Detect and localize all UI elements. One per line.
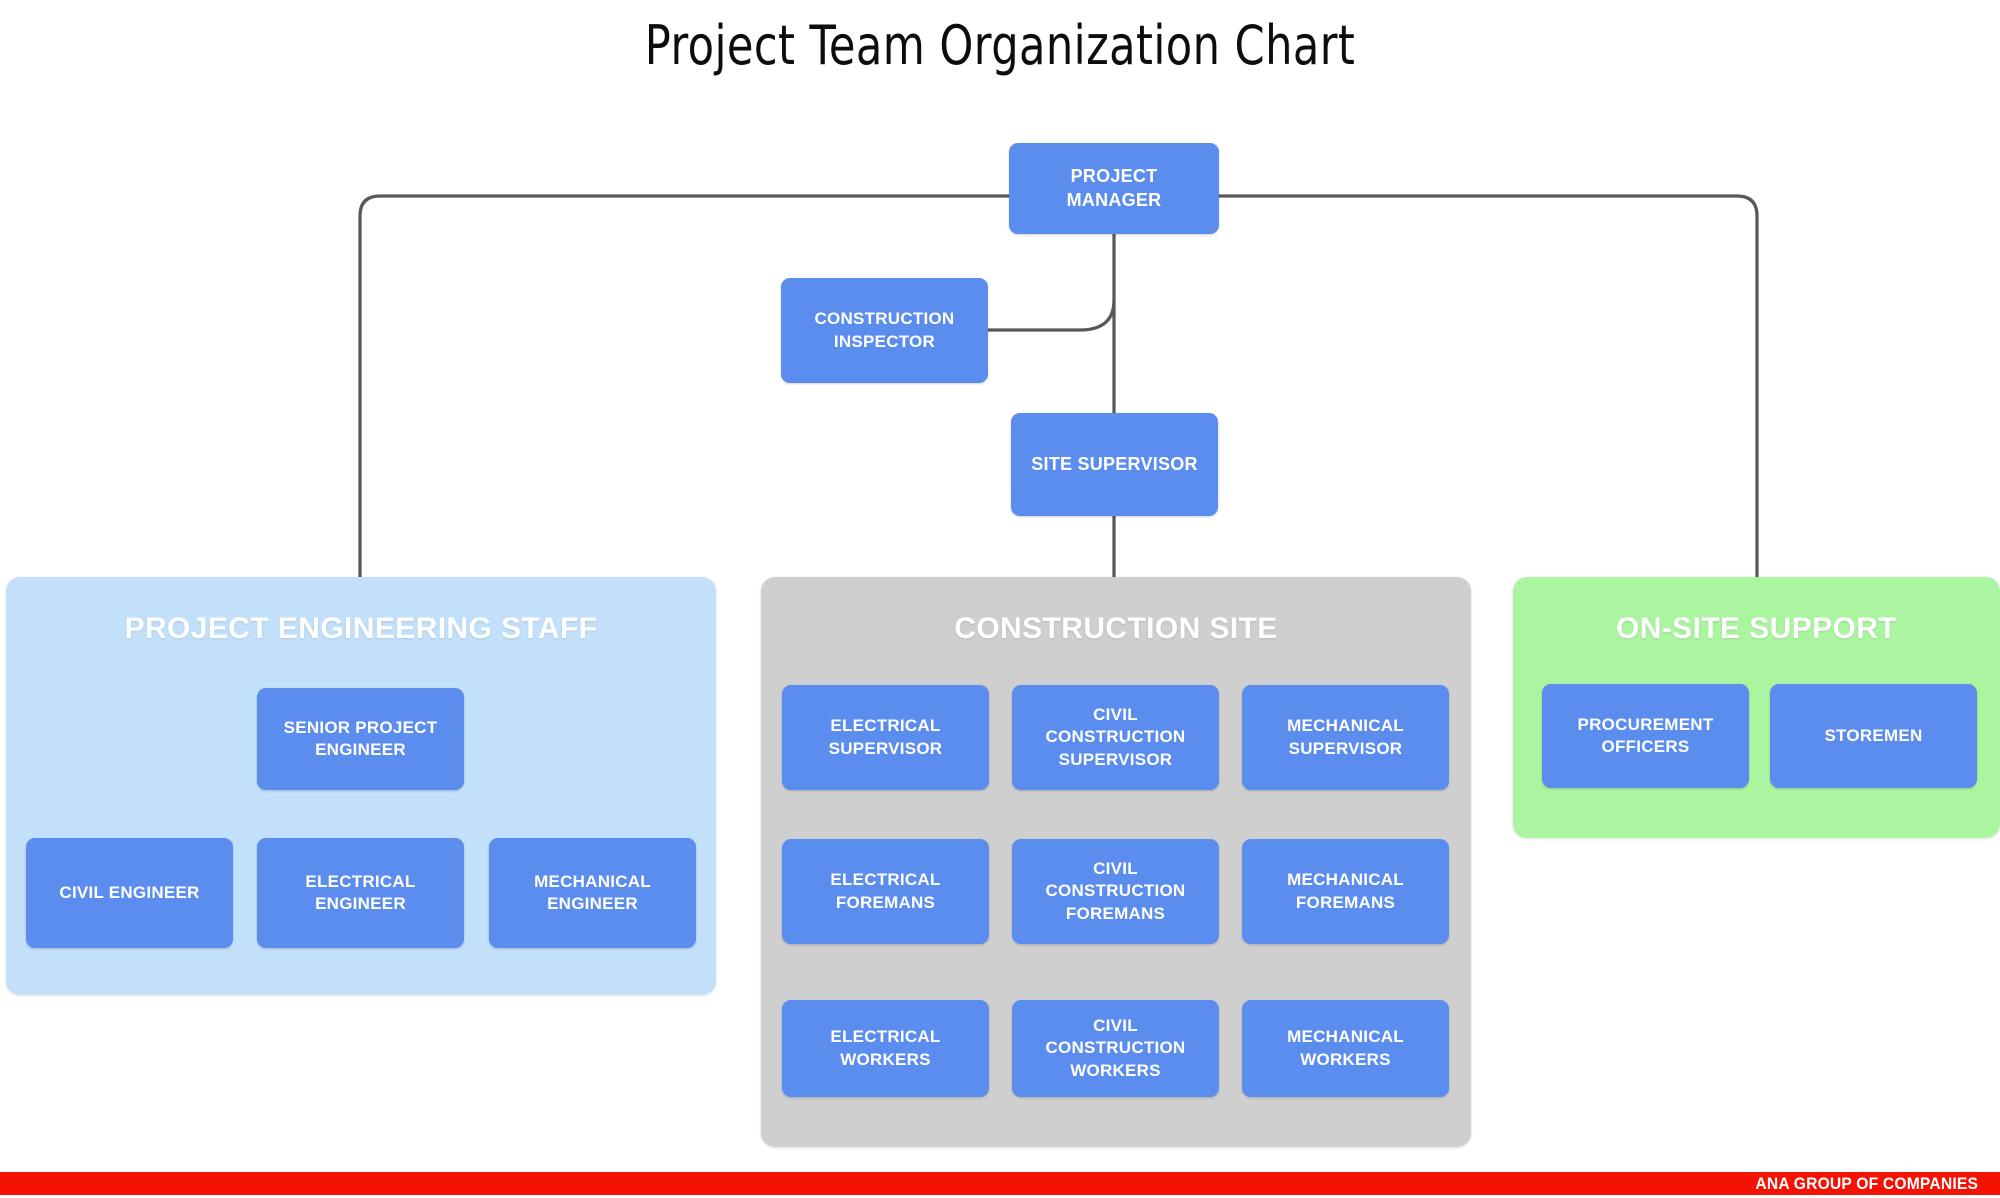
- panel-title-on-site-support: ON-SITE SUPPORT: [1615, 612, 1898, 645]
- node-electrical-supervisor[interactable]: ELECTRICAL SUPERVISOR: [782, 685, 989, 790]
- node-project-manager[interactable]: PROJECT MANAGER: [1009, 143, 1219, 234]
- panel-title-construction-site: CONSTRUCTION SITE: [954, 612, 1278, 645]
- node-civil-engineer[interactable]: CIVIL ENGINEER: [26, 838, 233, 948]
- node-mechanical-workers[interactable]: MECHANICAL WORKERS: [1242, 1000, 1449, 1097]
- wire-inspector-to-trunk: [988, 299, 1116, 332]
- node-civil-construction-workers[interactable]: CIVIL CONSTRUCTION WORKERS: [1012, 1000, 1219, 1097]
- node-senior-project-engineer[interactable]: SENIOR PROJECT ENGINEER: [257, 688, 464, 790]
- org-chart-canvas: Project Team Organization Chart PROJECT …: [0, 0, 2000, 1198]
- node-electrical-workers[interactable]: ELECTRICAL WORKERS: [782, 1000, 989, 1097]
- node-mechanical-supervisor[interactable]: MECHANICAL SUPERVISOR: [1242, 685, 1449, 790]
- node-mechanical-foremans[interactable]: MECHANICAL FOREMANS: [1242, 839, 1449, 944]
- footer-brand: ANA GROUP OF COMPANIES: [1755, 1173, 1978, 1193]
- footer-bar: [0, 1172, 2000, 1195]
- node-procurement-officers[interactable]: PROCUREMENT OFFICERS: [1542, 684, 1749, 788]
- node-mechanical-engineer[interactable]: MECHANICAL ENGINEER: [489, 838, 696, 948]
- node-construction-inspector[interactable]: CONSTRUCTION INSPECTOR: [781, 278, 988, 383]
- wire-pm-to-support: [1219, 194, 1759, 577]
- node-civil-construction-foremans[interactable]: CIVIL CONSTRUCTION FOREMANS: [1012, 839, 1219, 944]
- wire-pm-to-engineering: [358, 194, 1009, 577]
- node-electrical-foremans[interactable]: ELECTRICAL FOREMANS: [782, 839, 989, 944]
- node-site-supervisor[interactable]: SITE SUPERVISOR: [1011, 413, 1218, 516]
- node-electrical-engineer[interactable]: ELECTRICAL ENGINEER: [257, 838, 464, 948]
- node-storemen[interactable]: STOREMEN: [1770, 684, 1977, 788]
- node-civil-construction-supervisor[interactable]: CIVIL CONSTRUCTION SUPERVISOR: [1012, 685, 1219, 790]
- panel-title-project-engineering-staff: PROJECT ENGINEERING STAFF: [124, 612, 598, 645]
